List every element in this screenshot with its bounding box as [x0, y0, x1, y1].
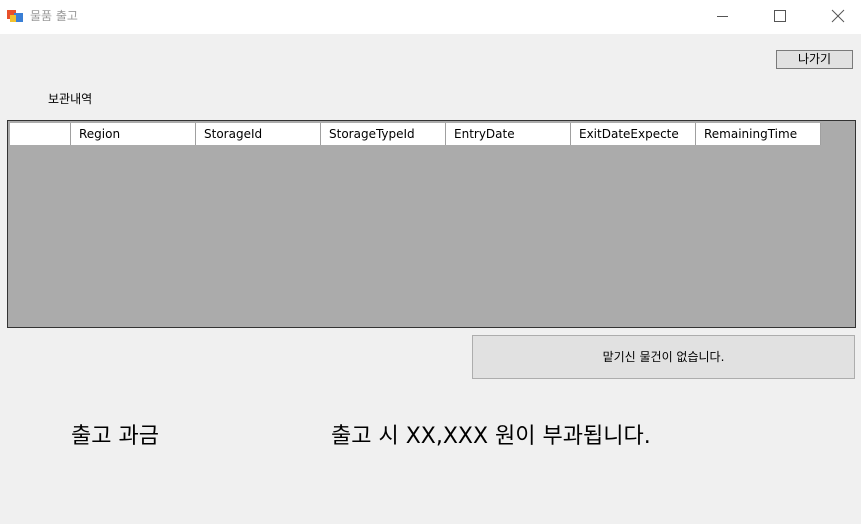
charge-label: 출고 과금 [71, 424, 159, 449]
app-icon [7, 8, 23, 24]
column-header-remaining-time[interactable]: RemainingTime [696, 123, 821, 145]
no-items-message: 맡기신 물건이 없습니다. [472, 335, 855, 379]
grid-header: Region StorageId StorageTypeId EntryDate… [10, 123, 821, 145]
title-bar: 물품 출고 [0, 0, 861, 34]
window-title: 물품 출고 [30, 9, 78, 23]
close-button[interactable] [815, 0, 861, 34]
column-header-entry-date[interactable]: EntryDate [446, 123, 571, 145]
column-header-exit-date-expected[interactable]: ExitDateExpecte [571, 123, 696, 145]
storage-grid[interactable]: Region StorageId StorageTypeId EntryDate… [7, 120, 856, 328]
storage-history-label: 보관내역 [48, 92, 93, 106]
minimize-icon [717, 16, 728, 17]
column-header-storage-id[interactable]: StorageId [196, 123, 321, 145]
column-header-region[interactable]: Region [71, 123, 196, 145]
exit-button[interactable]: 나가기 [776, 50, 853, 69]
column-header-storage-type-id[interactable]: StorageTypeId [321, 123, 446, 145]
close-icon [831, 9, 845, 23]
maximize-button[interactable] [757, 0, 803, 34]
maximize-icon [774, 10, 786, 22]
row-header-corner[interactable] [10, 123, 71, 145]
charge-message: 출고 시 XX,XXX 원이 부과됩니다. [331, 424, 651, 449]
minimize-button[interactable] [700, 0, 746, 34]
